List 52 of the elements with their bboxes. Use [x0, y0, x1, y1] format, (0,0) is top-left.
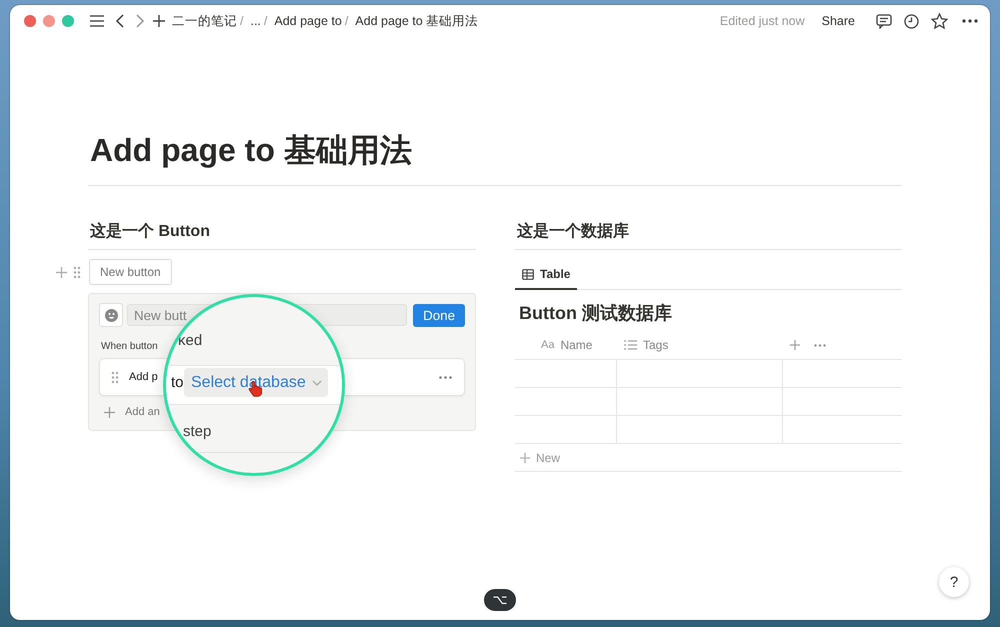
step-text: Add p: [129, 371, 158, 383]
window-control-icon[interactable]: [24, 15, 36, 27]
add-step-link[interactable]: Add an: [125, 406, 160, 418]
column-header[interactable]: Tags: [616, 338, 782, 352]
forward-icon[interactable]: [135, 14, 145, 28]
drag-handle-icon[interactable]: [111, 370, 119, 384]
section-heading: 这是一个 Button: [88, 221, 476, 250]
breadcrumb-link[interactable]: ...: [247, 12, 264, 30]
plus-icon: [520, 453, 530, 463]
breadcrumb-separator: /: [264, 14, 268, 28]
star-icon[interactable]: [931, 13, 948, 29]
comment-icon[interactable]: [876, 14, 892, 28]
breadcrumb-link[interactable]: Add page to 基础用法: [352, 10, 482, 32]
database-title: Button 测试数据库: [519, 302, 673, 325]
breadcrumb-separator: /: [344, 14, 348, 28]
smiley-icon: [104, 308, 118, 322]
shortcut-button[interactable]: ⌥: [484, 589, 516, 611]
column-header[interactable]: Aa Name: [515, 338, 616, 352]
share-button[interactable]: Share: [818, 12, 858, 30]
table-cell[interactable]: [616, 360, 782, 388]
table-cell[interactable]: [782, 360, 902, 388]
table-cell[interactable]: [515, 416, 616, 444]
table-cell[interactable]: [616, 388, 782, 416]
page-title: Add page to 基础用法: [88, 129, 902, 186]
back-icon[interactable]: [115, 14, 125, 28]
trigger-label: When button: [101, 341, 159, 352]
edited-status: Edited just now: [720, 14, 805, 28]
more-icon[interactable]: [962, 19, 978, 23]
window-control-icon[interactable]: [62, 15, 74, 27]
chevron-down-icon: [312, 380, 322, 386]
drag-handle-icon[interactable]: [73, 266, 81, 278]
plus-icon[interactable]: [153, 15, 165, 27]
table-cell[interactable]: [782, 388, 902, 416]
list-icon: [624, 340, 637, 350]
add-step-link[interactable]: step: [183, 423, 212, 440]
breadcrumb-separator: /: [240, 14, 244, 28]
table-cell[interactable]: [782, 416, 902, 444]
breadcrumb-link[interactable]: 二一的笔记: [169, 10, 240, 32]
clock-icon[interactable]: [904, 14, 919, 28]
view-tab[interactable]: Table: [515, 262, 578, 290]
new-button[interactable]: New button: [89, 259, 172, 285]
table-cell[interactable]: [616, 416, 782, 444]
menu-icon[interactable]: [89, 14, 105, 28]
breadcrumb-link[interactable]: Add page to: [271, 12, 345, 30]
window-control-icon[interactable]: [43, 15, 55, 27]
help-button[interactable]: ?: [939, 567, 969, 597]
table-icon: [522, 268, 534, 280]
step-text: to: [171, 374, 184, 391]
section-heading: 这是一个数据库: [515, 221, 902, 250]
done-button[interactable]: Done: [413, 304, 465, 326]
text-type-icon: Aa: [541, 339, 554, 351]
emoji-picker-button[interactable]: [99, 303, 123, 327]
